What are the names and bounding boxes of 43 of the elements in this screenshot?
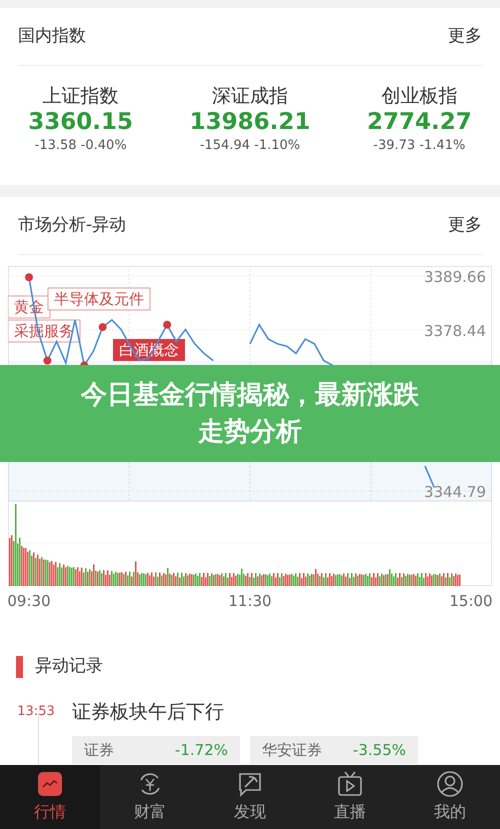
section-marker [16, 656, 23, 678]
stock-tag[interactable]: 证券 -1.72% [72, 736, 240, 764]
index-value: 2774.27 [366, 108, 472, 136]
banner-title: 今日基金行情揭秘，最新涨跌走势分析 [80, 379, 420, 448]
tag-name: 证券 [84, 740, 114, 761]
more-link[interactable]: 更多 [448, 212, 482, 238]
index-name: 创业板指 [381, 84, 458, 109]
user-icon [436, 770, 464, 798]
section-title: 国内指数 [18, 24, 86, 48]
record-time: 13:53 [16, 702, 56, 720]
section-title: 异动记录 [35, 655, 103, 678]
index-name: 深证成指 [212, 84, 288, 109]
index-name: 上证指数 [42, 84, 119, 109]
nav-tab[interactable]: 我的 [400, 765, 500, 829]
nav-tab[interactable]: 财富 [100, 765, 200, 829]
event-marker [43, 356, 52, 365]
record-headline: 证券板块午后下行 [72, 700, 225, 724]
event-marker [98, 323, 107, 332]
section-title: 市场分析-异动 [18, 214, 126, 237]
axis-label: 3344.79 [424, 482, 486, 501]
index-value: 3360.15 [28, 108, 134, 136]
nav-tab[interactable]: 行情 [0, 765, 100, 829]
stock-tag[interactable]: 华安证券 -3.55% [250, 736, 418, 764]
index-value: 13986.21 [190, 108, 310, 136]
axis-label: 15:00 [449, 592, 492, 610]
tag-change: -3.55% [352, 740, 406, 761]
axis-label: 09:30 [8, 592, 51, 610]
chart-icon [36, 770, 64, 798]
event-marker [163, 320, 172, 329]
nav-tab[interactable]: 发现 [200, 765, 300, 829]
tag-name: 华安证券 [262, 740, 322, 761]
index-change: -39.73 -1.41% [373, 137, 466, 156]
more-link[interactable]: 更多 [448, 24, 482, 50]
nav-tab[interactable]: 直播 [300, 765, 400, 829]
event-marker [25, 273, 33, 282]
tv-icon [336, 770, 364, 798]
axis-label: 3389.66 [424, 268, 486, 286]
tag-change: -1.72% [174, 740, 228, 761]
index-change: -154.94 -1.10% [200, 137, 300, 156]
axis-label: 3378.44 [424, 322, 486, 340]
index-change: -13.58 -0.40% [34, 137, 127, 156]
pickaxe-icon [236, 770, 264, 798]
axis-label: 11:30 [228, 592, 272, 610]
